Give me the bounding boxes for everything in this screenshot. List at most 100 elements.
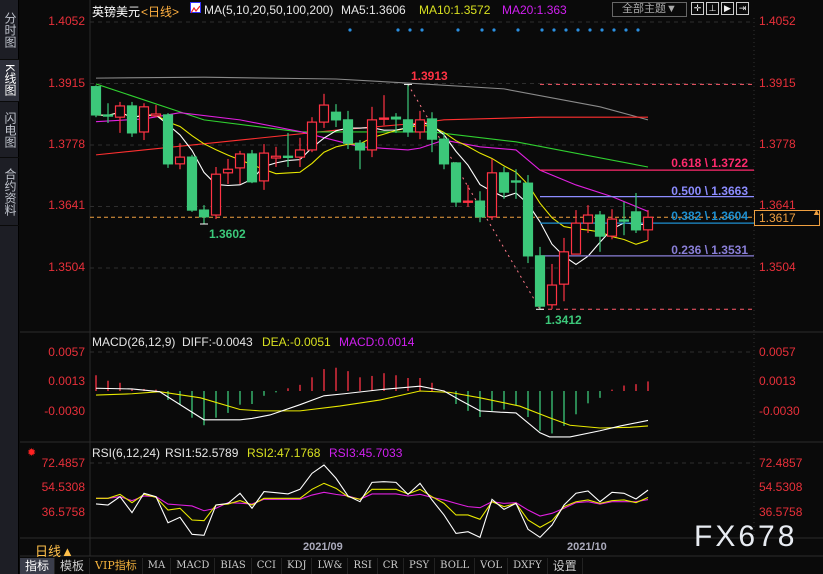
candle-up: [582, 214, 594, 224]
period-tag: <日线>: [141, 5, 180, 19]
candle-down: [246, 153, 258, 183]
tab-psy[interactable]: PSY: [404, 558, 436, 574]
candle-down: [534, 255, 546, 307]
candle-up: [294, 149, 306, 158]
candle-up: [606, 218, 618, 237]
tab-rsi[interactable]: RSI: [348, 558, 378, 574]
price-axis-label-right: 1.4052: [759, 14, 796, 28]
crosshair-icon[interactable]: ✛: [691, 2, 704, 15]
candle-up: [114, 105, 126, 118]
jump-end-icon[interactable]: ⇥: [736, 2, 749, 15]
candle-down: [630, 211, 642, 231]
current-price-box: 1.3617: [754, 210, 820, 226]
candle-up: [222, 168, 234, 174]
symbol-name: 英镑美元: [92, 5, 141, 19]
event-marker: [408, 28, 412, 32]
macd-axis-label-right: 0.0013: [759, 374, 796, 388]
tab-settings[interactable]: 设置: [548, 558, 583, 574]
tab-indicators[interactable]: 指标: [20, 558, 56, 574]
tab-templates[interactable]: 模板: [55, 558, 91, 574]
candle-up: [546, 284, 558, 306]
rsi2-value: RSI2:47.1768: [247, 446, 321, 460]
price-axis-label: 1.3915: [48, 76, 85, 90]
tab-bias[interactable]: BIAS: [215, 558, 252, 574]
candle-down: [510, 180, 522, 183]
rsi3-value: RSI3:45.7033: [329, 446, 403, 460]
tab-boll[interactable]: BOLL: [435, 558, 476, 574]
rsi-axis-label-right: 54.5308: [759, 480, 803, 494]
tab-dxfy[interactable]: DXFY: [508, 558, 548, 574]
price-axis-label-right: 1.3915: [759, 76, 796, 90]
candle-down: [402, 119, 414, 133]
event-marker: [348, 28, 352, 32]
ma10-value: MA10:1.3572: [419, 3, 491, 17]
tab-vip-indicators[interactable]: VIP指标: [90, 558, 143, 574]
macd-dea-line: [95, 390, 649, 429]
candle-up: [270, 155, 282, 159]
rsi-alert-icon[interactable]: ✹: [27, 446, 36, 459]
ma-settings-label: MA(5,10,20,50,100,200): [204, 3, 334, 17]
tab-cr[interactable]: CR: [378, 558, 404, 574]
candle-down: [102, 114, 114, 117]
candle-up: [150, 113, 162, 117]
candle-down: [198, 209, 210, 218]
sidebar-item-kline[interactable]: K线图: [0, 60, 19, 102]
candle-down: [342, 119, 354, 144]
tab-vol[interactable]: VOL: [475, 558, 509, 574]
tab-lwr[interactable]: LW&: [312, 558, 349, 574]
candle-down: [594, 214, 606, 237]
macd-diff-value: DIFF:-0.0043: [182, 335, 253, 349]
low-price-label: 1.3602: [209, 227, 246, 241]
event-marker: [516, 28, 520, 32]
event-marker: [552, 28, 556, 32]
candle-down: [474, 200, 486, 218]
macd-dea-value: DEA:-0.0051: [262, 335, 331, 349]
candle-down: [618, 219, 630, 222]
ma20-value: MA20:1.363: [502, 3, 567, 17]
price-axis-label-right: 1.3504: [759, 260, 796, 274]
candle-down: [186, 156, 198, 211]
ma5-value: MA5:1.3606: [341, 3, 406, 17]
rsi-axis-label: 72.4857: [41, 456, 85, 470]
date-axis-label: 2021/10: [567, 541, 607, 553]
play-forward-icon[interactable]: ▶: [721, 2, 734, 15]
tab-macd[interactable]: MACD: [171, 558, 216, 574]
rsi-title: RSI(6,12,24): [92, 446, 161, 460]
candle-down: [438, 138, 450, 165]
date-axis-label: 2021/09: [303, 541, 343, 553]
event-marker: [456, 28, 460, 32]
candle-up: [234, 153, 246, 169]
sidebar-item-flash[interactable]: 闪电图: [0, 102, 19, 158]
rsi-axis-label: 54.5308: [41, 480, 85, 494]
candle-up: [174, 156, 186, 165]
event-marker: [624, 28, 628, 32]
event-marker: [480, 28, 484, 32]
macd-axis-label: -0.0030: [44, 404, 85, 418]
event-marker: [600, 28, 604, 32]
sidebar-item-contract-info[interactable]: 合约资料: [0, 158, 19, 226]
zoom-fit-icon[interactable]: ⊥: [706, 2, 719, 15]
theme-dropdown[interactable]: 全部主题▼: [612, 2, 687, 17]
candle-down: [162, 114, 174, 165]
kline-chart[interactable]: [0, 0, 823, 574]
tab-kdj[interactable]: KDJ: [282, 558, 313, 574]
low-price-label: 1.3412: [545, 313, 582, 327]
price-axis-label: 1.3641: [48, 198, 85, 212]
sidebar-item-timeshare[interactable]: 分时图: [0, 0, 19, 60]
tab-ma[interactable]: MA: [143, 558, 172, 574]
indicator-chart-icon[interactable]: [190, 2, 201, 14]
candle-up: [138, 106, 150, 133]
candle-down: [282, 155, 294, 159]
tab-cci[interactable]: CCI: [252, 558, 282, 574]
candle-down: [426, 118, 438, 140]
candle-down: [522, 182, 534, 257]
candle-up: [366, 119, 378, 151]
candle-down: [390, 116, 402, 120]
candle-down: [330, 111, 342, 121]
event-marker: [396, 28, 400, 32]
macd-axis-label: 0.0057: [48, 345, 85, 359]
fib-label-618: 0.618 \ 1.3722: [671, 156, 748, 170]
macd-axis-label-right: 0.0057: [759, 345, 796, 359]
macd-diff-line: [95, 385, 649, 438]
candle-up: [642, 216, 654, 231]
